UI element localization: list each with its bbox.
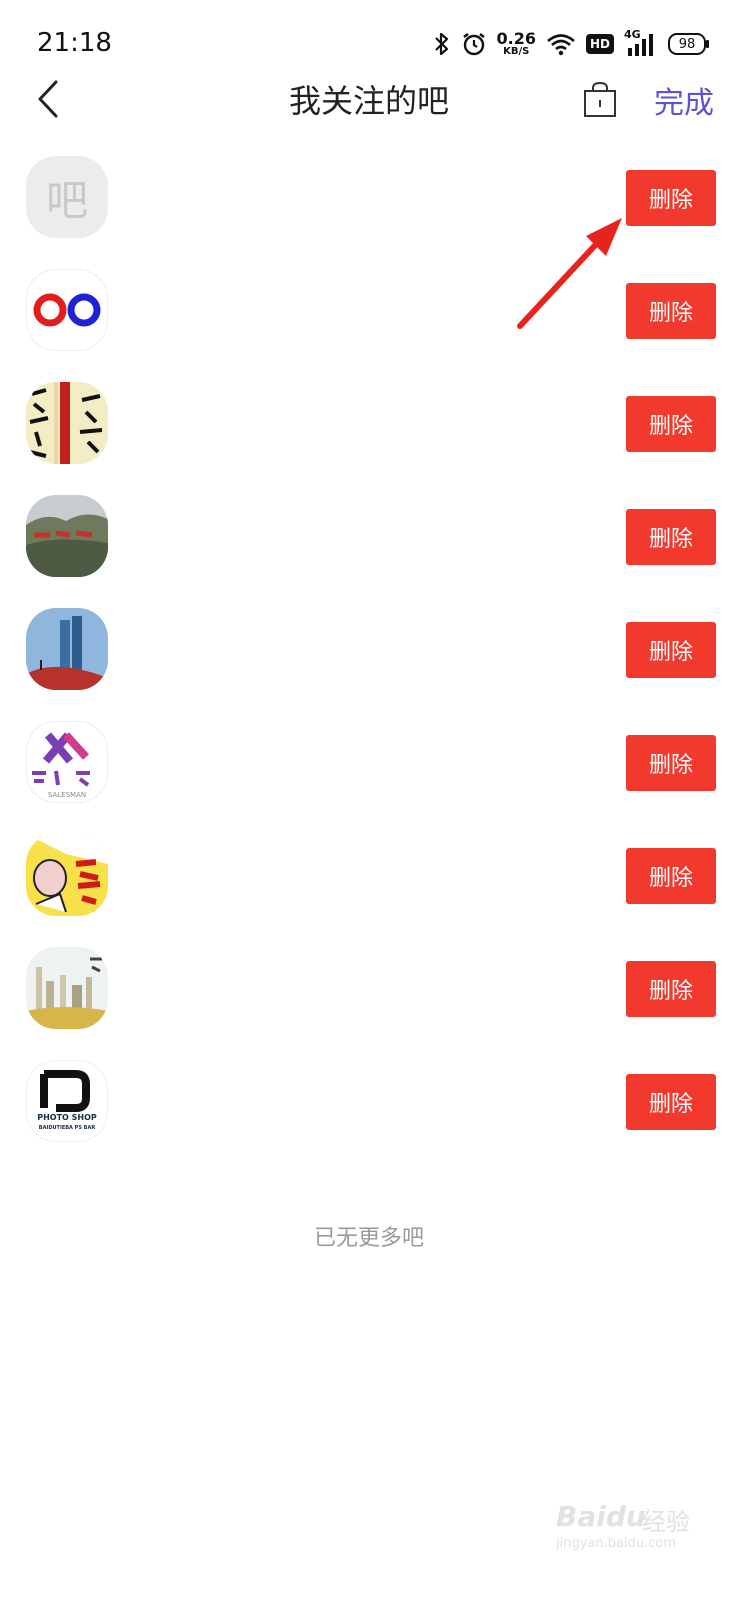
city-image-icon [26,947,108,1029]
landscape-image-icon [26,495,108,577]
delete-button[interactable]: 删除 [626,961,716,1017]
end-of-list-text: 已无更多吧 [313,1226,424,1251]
list-item: SALESMAN 删除 [0,715,738,815]
status-time: 21:18 [37,28,112,58]
done-button[interactable]: 完成 [654,78,714,122]
rings-logo-icon [33,293,101,327]
watermark: Baidu 经验 jingyan.baidu.com [556,1500,706,1560]
svg-text:BAIDUTIEBA PS BAR: BAIDUTIEBA PS BAR [39,1125,96,1131]
svg-text:PHOTO SHOP: PHOTO SHOP [37,1113,97,1122]
bar-avatar[interactable]: PHOTO SHOP BAIDUTIEBA PS BAR [26,1060,108,1142]
comic-image-icon [26,834,108,916]
wifi-icon [547,34,575,56]
cellular-signal: 4G [624,28,658,58]
list-item: 删除 [0,376,738,476]
delete-button[interactable]: 删除 [626,170,716,226]
list-item: PHOTO SHOP BAIDUTIEBA PS BAR 删除 [0,1054,738,1154]
salesman-logo-icon: SALESMAN [32,732,90,799]
delete-button[interactable]: 删除 [626,735,716,791]
signal-icon [628,34,653,56]
delete-button[interactable]: 删除 [626,283,716,339]
list-item: 删除 [0,828,738,928]
bar-avatar[interactable] [26,608,108,690]
list-item: 吧 删除 [0,150,738,250]
delete-button[interactable]: 删除 [626,622,716,678]
watermark-url: jingyan.baidu.com [556,1536,676,1551]
list-item: 删除 [0,489,738,589]
bar-avatar-placeholder[interactable]: 吧 [26,156,108,238]
list-item: 删除 [0,602,738,702]
bar-avatar[interactable] [26,269,108,351]
page-title: 我关注的吧 [288,82,449,120]
status-icons: 0.26 KB/S HD 4G 98 [433,26,709,62]
nav-bar: 我关注的吧 完成 [0,60,738,140]
battery-indicator: 98 [668,33,709,55]
bar-avatar[interactable] [26,947,108,1029]
hd-badge: HD [585,34,614,54]
photoshop-logo-icon: PHOTO SHOP BAIDUTIEBA PS BAR [37,1070,97,1131]
delete-button[interactable]: 删除 [626,509,716,565]
bar-avatar[interactable]: SALESMAN [26,721,108,803]
alarm-icon [462,33,485,56]
bluetooth-icon [434,32,448,56]
watermark-brand: Baidu [556,1500,646,1533]
shopping-bag-icon[interactable] [583,82,617,118]
placeholder-char: 吧 [45,175,88,225]
list-item: 删除 [0,941,738,1041]
svg-text:SALESMAN: SALESMAN [48,791,86,799]
bar-avatar[interactable] [26,495,108,577]
delete-button[interactable]: 删除 [626,396,716,452]
delete-button[interactable]: 删除 [626,1074,716,1130]
list-item: 删除 [0,263,738,363]
delete-button[interactable]: 删除 [626,848,716,904]
network-speed: 0.26 KB/S [496,29,536,57]
bar-avatar[interactable] [26,834,108,916]
calligraphy-image-icon [26,382,108,464]
bar-avatar[interactable] [26,382,108,464]
watermark-text: 经验 [642,1508,690,1536]
skyscraper-image-icon [26,608,108,690]
